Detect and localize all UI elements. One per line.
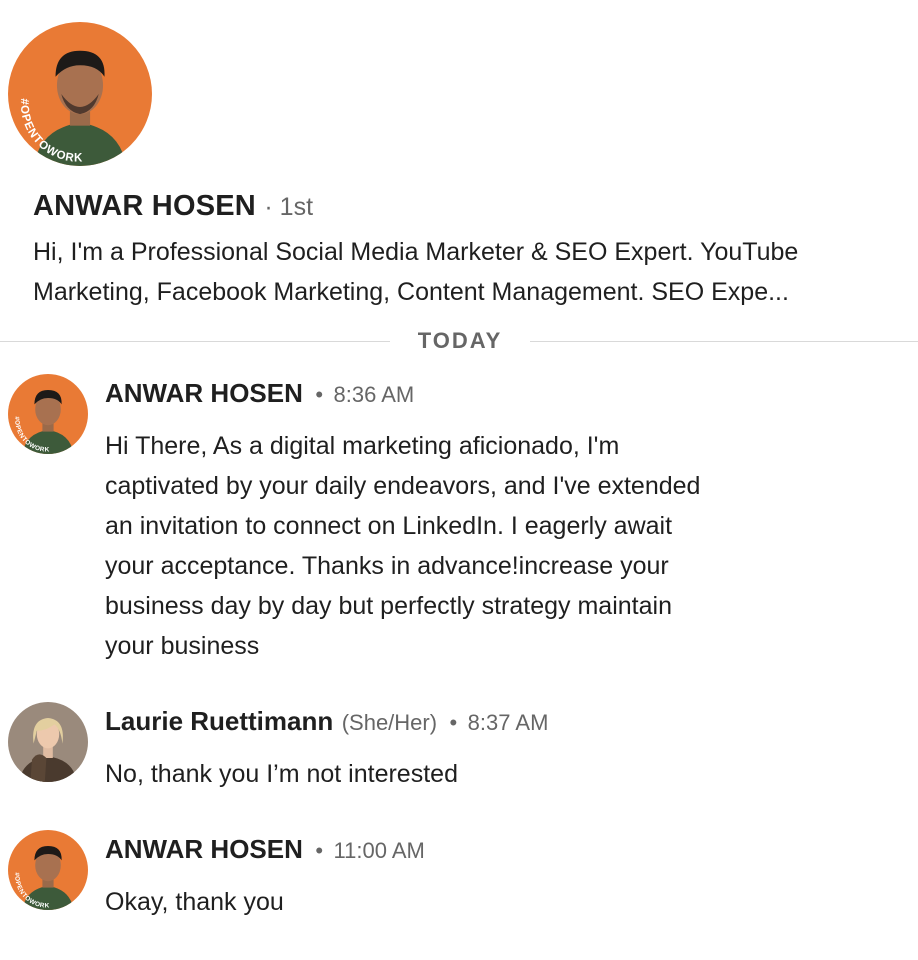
profile-avatar[interactable]: #OPENTOWORK	[8, 22, 152, 166]
message-line: captivated by your daily endeavors, and …	[105, 472, 701, 500]
message-time: 8:37 AM	[467, 710, 549, 735]
message-body: Okay, thank you	[105, 882, 805, 922]
sender-avatar[interactable]: #OPENTOWORK	[8, 830, 88, 910]
message-body: Hi There, As a digital marketing aficion…	[105, 426, 805, 666]
profile-header: #OPENTOWORK ANWAR HOSEN · 1st Hi, I'm a …	[0, 0, 918, 320]
sender-name[interactable]: Laurie Ruettimann	[105, 706, 333, 736]
message-time: 11:00 AM	[333, 838, 425, 863]
separator-dot: •	[315, 838, 324, 863]
headline-line: Hi, I'm a Professional Social Media Mark…	[33, 238, 799, 266]
message-meta: ANWAR HOSEN • 11:00 AM	[105, 834, 425, 865]
sender-avatar[interactable]	[8, 702, 88, 782]
date-divider: TODAY	[0, 326, 918, 358]
headline-line: Marketing, Facebook Marketing, Content M…	[33, 278, 789, 306]
profile-name[interactable]: ANWAR HOSEN	[33, 190, 256, 222]
message-line: your acceptance. Thanks in advance!incre…	[105, 552, 669, 580]
date-divider-label: TODAY	[417, 328, 503, 353]
message-line: your business	[105, 632, 260, 660]
sender-pronouns: (She/Her)	[341, 710, 438, 735]
message-meta: Laurie Ruettimann (She/Her) • 8:37 AM	[105, 706, 548, 737]
profile-headline: Hi, I'm a Professional Social Media Mark…	[33, 232, 913, 312]
sender-name[interactable]: ANWAR HOSEN	[105, 834, 303, 864]
separator-dot: •	[449, 710, 458, 735]
divider-rule-left	[0, 341, 390, 342]
message-time: 8:36 AM	[333, 382, 415, 407]
message-line: an invitation to connect on LinkedIn. I …	[105, 512, 673, 540]
separator-dot: •	[315, 382, 324, 407]
profile-name-row: ANWAR HOSEN · 1st	[33, 190, 313, 223]
message-line: No, thank you I’m not interested	[105, 760, 458, 788]
divider-rule-right	[530, 341, 918, 342]
message-line: Hi There, As a digital marketing aficion…	[105, 432, 620, 460]
message-body: No, thank you I’m not interested	[105, 754, 805, 794]
sender-avatar[interactable]: #OPENTOWORK	[8, 374, 88, 454]
message-line: Okay, thank you	[105, 888, 284, 916]
sender-name[interactable]: ANWAR HOSEN	[105, 378, 303, 408]
connection-degree: · 1st	[264, 193, 314, 221]
message-meta: ANWAR HOSEN • 8:36 AM	[105, 378, 414, 409]
message-line: business day by day but perfectly strate…	[105, 592, 672, 620]
